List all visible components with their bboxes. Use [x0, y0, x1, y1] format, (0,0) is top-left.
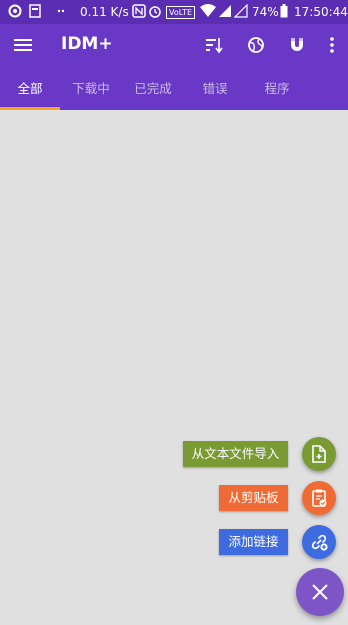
tab-all[interactable]: 全部: [0, 68, 60, 110]
tab-completed[interactable]: 已完成: [122, 68, 184, 110]
import-from-text-file-label[interactable]: 从文本文件导入: [183, 441, 288, 467]
magnet-icon[interactable]: [288, 36, 306, 58]
clock: 17:50:44: [294, 5, 348, 19]
import-file-button[interactable]: [302, 437, 336, 471]
add-link-label[interactable]: 添加链接: [219, 529, 288, 555]
battery-percent: 74%: [252, 5, 279, 19]
globe-icon[interactable]: [247, 36, 265, 58]
clipboard-button[interactable]: [302, 481, 336, 515]
tab-bar: 全部 下载中 已完成 错误 程序: [0, 68, 348, 110]
close-fab-button[interactable]: [296, 568, 344, 616]
tab-downloading[interactable]: 下载中: [60, 68, 122, 110]
tab-errors[interactable]: 错误: [184, 68, 246, 110]
more-vert-icon[interactable]: [329, 36, 335, 58]
tab-programs[interactable]: 程序: [246, 68, 308, 110]
network-speed: 0.11 K/s: [80, 5, 129, 19]
menu-icon[interactable]: [14, 37, 32, 57]
signal-icon-2: [233, 3, 248, 21]
battery-icon: [280, 4, 288, 21]
dots-icon: [56, 4, 66, 21]
add-link-button[interactable]: [302, 525, 336, 559]
app-notification-icon: [8, 4, 22, 21]
alarm-icon: [148, 4, 162, 21]
sort-icon[interactable]: [205, 36, 223, 58]
download-notification-icon: [28, 4, 42, 21]
download-list: [0, 110, 348, 625]
from-clipboard-label[interactable]: 从剪贴板: [219, 485, 288, 511]
status-bar: 0.11 K/s VoLTE 74% 17:50:44: [0, 0, 348, 24]
nfc-icon: [132, 4, 146, 21]
wifi-icon: [200, 4, 216, 21]
signal-icon-1: [218, 4, 232, 21]
app-toolbar: IDM+: [0, 24, 348, 68]
app-title: IDM+: [61, 34, 113, 54]
volte-badge: VoLTE: [166, 6, 196, 19]
